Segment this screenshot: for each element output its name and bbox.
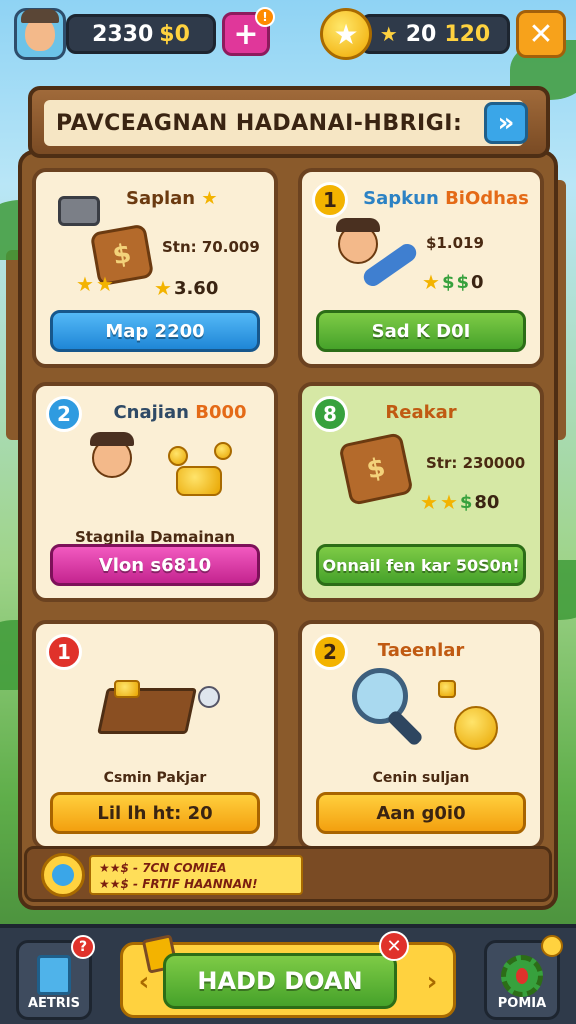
star-icon: ★ — [320, 8, 372, 60]
coin-icon — [168, 446, 188, 466]
card-subtitle: Csmin Pakjar — [103, 770, 207, 786]
tip-ribbon: ★★$ - 7CN COMIEA ★★$ - FRTIF HAANNAN! — [24, 846, 552, 902]
add-currency-button[interactable]: + ! — [222, 7, 275, 56]
coin-icon — [438, 680, 456, 698]
character-icon — [336, 218, 380, 264]
star-icon: ★ — [420, 490, 438, 514]
shop-card-5[interactable]: 1 Csmin Pakjar Lil lh ht: 20 — [32, 620, 278, 850]
card-title: Reakar — [385, 402, 457, 423]
tip-line-1: ★★$ - 7CN COMIEA — [99, 861, 227, 875]
star-balance-main: 20 — [405, 21, 437, 47]
nav-left-label: AETRIS — [27, 996, 81, 1011]
supply-crate-icon — [97, 688, 197, 734]
star-icon: ★ — [201, 188, 218, 209]
document-icon — [37, 955, 71, 995]
gold-pile-icon — [176, 466, 222, 496]
coin-balance: 2330 $0 — [66, 14, 216, 54]
top-bar: 2330 $0 + ! ★ ★ 20 120 ✕ — [10, 6, 566, 62]
star-icon: ★ — [422, 270, 440, 294]
tip-scroll: ★★$ - 7CN COMIEA ★★$ - FRTIF HAANNAN! — [89, 855, 303, 895]
chevron-right-icon[interactable]: › — [417, 965, 447, 999]
card-price: $1.019 — [426, 234, 484, 252]
small-star-icon: ★ — [379, 22, 398, 46]
magnifier-handle-icon — [385, 708, 425, 748]
card-1-buy-button[interactable]: Map 2200 — [50, 310, 260, 352]
coin-icon — [114, 680, 140, 698]
close-icon[interactable]: ✕ — [379, 931, 409, 961]
next-arrow-button[interactable]: » — [484, 102, 528, 144]
card-4-buy-button[interactable]: Onnail fen kar 50S0n! — [316, 544, 526, 586]
nav-left-button[interactable]: ? AETRIS — [16, 935, 95, 1020]
coin-icon — [454, 706, 498, 750]
close-button[interactable]: ✕ — [516, 10, 566, 58]
card-subtitle: Cenin suljan — [372, 770, 470, 786]
card-rating: ★ 3.60 — [154, 276, 219, 300]
star-balance: ★ 20 120 — [360, 14, 510, 54]
dollar-icon: $ — [459, 491, 473, 513]
coin-balance-secondary: $0 — [159, 21, 190, 47]
card-badge: 2 — [46, 396, 82, 432]
shop-card-4[interactable]: 8 Reakar Str: 230000 ★★$80 Onnail fen ka… — [298, 382, 544, 602]
card-5-buy-button[interactable]: Lil lh ht: 20 — [50, 792, 260, 834]
main-action-frame: ‹ HADD DOAN ✕ › — [120, 931, 456, 1018]
card-3-buy-button[interactable]: Vlon s6810 — [50, 544, 260, 586]
title-banner: PAVCEAGNAN HADANAI-HBRIGI: » — [28, 86, 550, 158]
coin-balance-main: 2330 — [92, 21, 154, 47]
help-badge: ? — [71, 935, 95, 959]
gear-icon — [501, 955, 543, 997]
card-price: Stn: 70.009 — [162, 238, 260, 256]
card-price: Str: 230000 — [426, 454, 526, 472]
star-balance-secondary: 120 — [444, 21, 491, 47]
main-action-button[interactable]: HADD DOAN — [163, 953, 397, 1009]
page-title: PAVCEAGNAN HADANAI-HBRIGI: — [56, 110, 463, 136]
notification-badge: ! — [255, 7, 275, 27]
plus-icon: + — [233, 16, 259, 52]
cannon-icon — [58, 196, 100, 226]
card-rating: ★ ★ $80 — [420, 490, 500, 514]
shop-card-1[interactable]: Saplan ★ Stn: 70.009 ★★ ★3.60 Map 2200 — [32, 168, 278, 368]
star-icon: ★ — [154, 276, 172, 300]
nav-right-button[interactable]: POMIA — [484, 935, 563, 1020]
card-title: Cnajian B000 — [113, 402, 247, 423]
double-chevron-right-icon: » — [497, 108, 515, 138]
tip-line-2: ★★$ - FRTIF HAANNAN! — [99, 877, 258, 891]
card-title: Sapkun BiOdhas — [363, 188, 529, 209]
card-2-buy-button[interactable]: Sad K D0I — [316, 310, 526, 352]
stars-icon: ★ ★ — [76, 272, 114, 296]
coin-badge-icon — [541, 935, 563, 957]
shop-card-6[interactable]: 2 Taeenlar Cenin suljan Aan g0i0 — [298, 620, 544, 850]
dice-icon — [198, 686, 220, 708]
close-icon: ✕ — [528, 16, 554, 52]
treasure-bag-icon — [338, 432, 414, 506]
shop-card-2[interactable]: 1 Sapkun BiOdhas $1.019 ★ $ $0 Sad K D0I — [298, 168, 544, 368]
card-6-buy-button[interactable]: Aan g0i0 — [316, 792, 526, 834]
card-badge: 1 — [46, 634, 82, 670]
nav-right-label: POMIA — [497, 996, 547, 1011]
shop-card-3[interactable]: 2 Cnajian B000 Stagnila Damainan Vlon s6… — [32, 382, 278, 602]
dollar-icon: $ — [441, 271, 455, 293]
compass-icon[interactable] — [41, 853, 85, 897]
avatar-face-icon — [21, 9, 59, 51]
character-icon — [90, 432, 134, 478]
card-title: Taeenlar — [377, 640, 465, 661]
card-title: Saplan ★ — [126, 188, 218, 209]
card-badge: 1 — [312, 182, 348, 218]
bottom-bar: ? AETRIS ‹ HADD DOAN ✕ › POMIA — [0, 924, 576, 1024]
player-avatar[interactable] — [14, 8, 66, 60]
coin-icon — [214, 442, 232, 460]
card-rating: ★ $ $0 — [422, 270, 484, 294]
